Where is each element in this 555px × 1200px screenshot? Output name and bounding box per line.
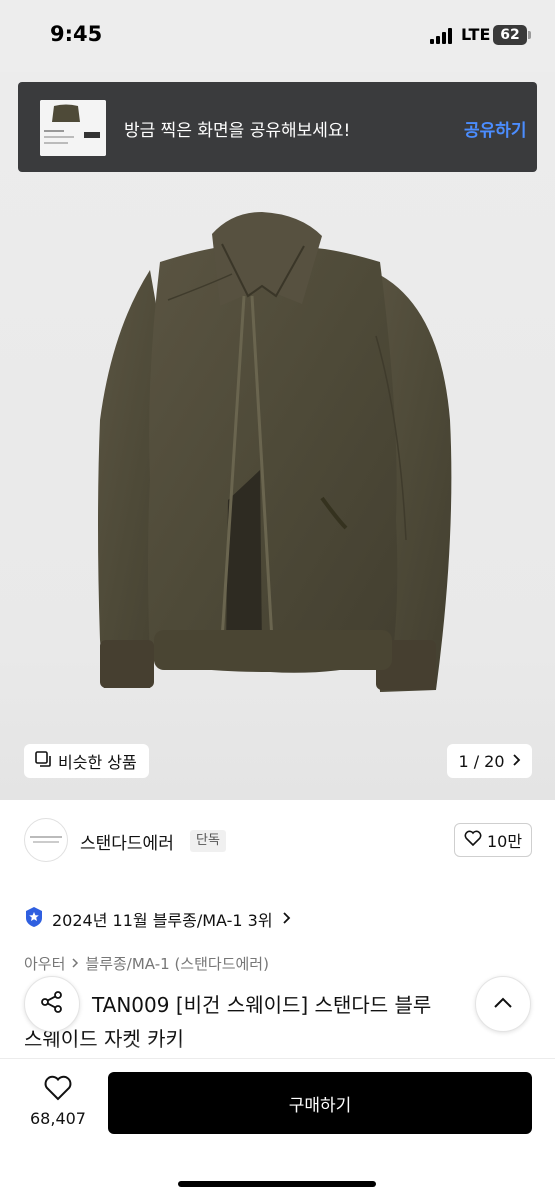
status-time: 9:45 [50,22,103,46]
wishlist-button[interactable]: 68,407 [22,1074,94,1128]
signal-icon [430,28,454,44]
status-bar: 9:45 LTE 62 [0,0,555,72]
similar-label: 비슷한 상품 [58,753,137,772]
jacket-image [98,212,452,692]
chevron-up-icon [492,995,514,1014]
similar-products-button[interactable]: 비슷한 상품 [24,744,149,778]
share-toast: 방금 찍은 화면을 공유해보세요! 공유하기 [18,82,537,172]
product-title: TAN009 [비건 스웨이드] 스탠다드 블루 [24,988,524,1022]
brand-like-button[interactable]: 10만 [454,823,532,857]
share-icon [39,989,65,1019]
share-button[interactable] [24,976,80,1032]
product-image[interactable]: 비슷한 상품 1 / 20 [0,72,555,800]
exclusive-badge: 단독 [190,830,226,852]
heart-icon [43,1075,73,1105]
ranking-link[interactable]: 2024년 11월 블루종/MA-1 3위 [24,906,291,932]
brand-logo[interactable] [24,818,68,862]
buy-button[interactable]: 구매하기 [108,1072,532,1134]
home-indicator[interactable] [178,1181,376,1187]
breadcrumb: 아우터 블루종/MA-1 (스탠다드에러) [24,953,269,974]
chevron-right-icon [71,955,79,973]
brand-name[interactable]: 스탠다드에러 [80,829,174,854]
battery-icon: 62 [493,25,527,45]
screenshot-thumbnail[interactable] [40,100,106,156]
battery-nub [528,31,531,39]
toast-message: 방금 찍은 화면을 공유해보세요! [124,121,351,141]
toast-share-button[interactable]: 공유하기 [464,116,527,141]
image-page-indicator[interactable]: 1 / 20 [447,744,532,778]
wishlist-count: 68,407 [30,1109,86,1128]
brand-like-count: 10만 [486,832,523,851]
ranking-text: 2024년 11월 블루종/MA-1 3위 [52,911,273,930]
page-indicator-text: 1 / 20 [458,751,505,771]
breadcrumb-category[interactable]: 아우터 [24,953,65,974]
similar-icon [34,750,52,772]
chevron-right-icon [511,752,521,771]
rank-badge-icon [24,906,44,932]
heart-icon [464,830,482,850]
network-label: LTE [461,25,491,44]
product-title-line1: TAN009 [비건 스웨이드] 스탠다드 블루 [92,993,432,1017]
chevron-right-icon [281,910,291,929]
scroll-top-button[interactable] [475,976,531,1032]
breadcrumb-subcategory[interactable]: 블루종/MA-1 (스탠다드에러) [85,953,269,974]
